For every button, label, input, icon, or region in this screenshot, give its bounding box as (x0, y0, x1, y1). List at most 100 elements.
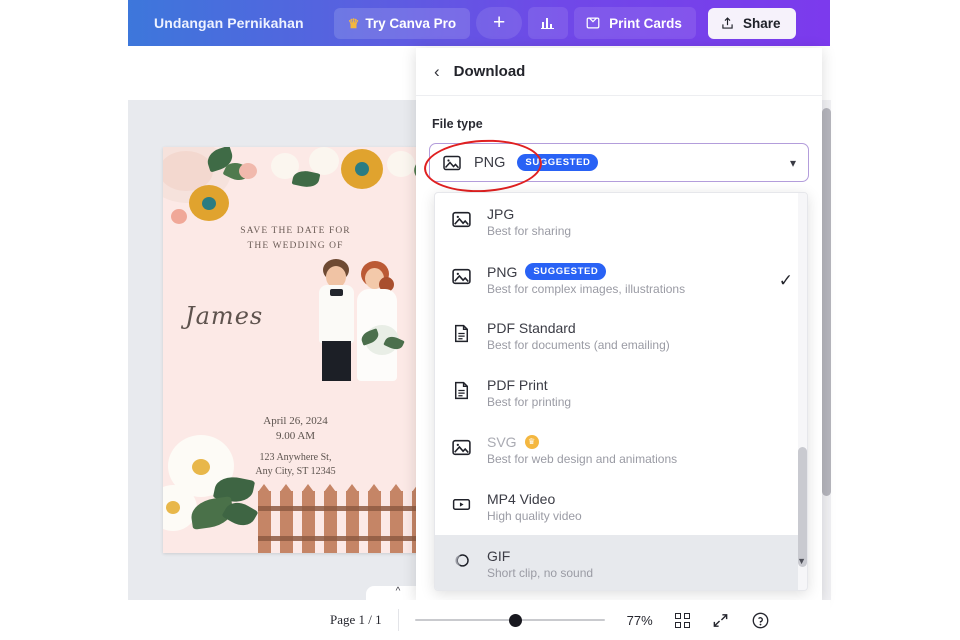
dropdown-option-gif[interactable]: GIF Short clip, no sound (435, 535, 807, 590)
chevron-up-icon: ^ (395, 586, 401, 597)
dropdown-option-jpg[interactable]: JPG Best for sharing (435, 193, 807, 250)
dropdown-scrollbar-thumb[interactable] (798, 447, 807, 567)
canvas-scrollbar[interactable] (822, 100, 831, 600)
invitation-card[interactable]: SAVE THE DATE FOR THE WEDDING OF James A… (163, 147, 428, 553)
dropdown-option-pdf-standard[interactable]: PDF Standard Best for documents (and ema… (435, 307, 807, 364)
page-indicator: Page 1 / 1 (330, 612, 382, 627)
print-cards-label: Print Cards (609, 15, 682, 31)
insights-button[interactable] (528, 7, 569, 39)
card-save-the-date: SAVE THE DATE FOR THE WEDDING OF (163, 224, 428, 254)
dropdown-option-desc: Best for documents (and emailing) (487, 338, 670, 352)
fence-rail (258, 506, 428, 511)
zoom-slider-thumb[interactable] (508, 614, 522, 627)
fence-picket (302, 484, 315, 553)
bottom-toolbar: Page 1 / 1 77% (128, 600, 830, 640)
floral-white-rose-center (166, 501, 180, 514)
top-toolbar: Undangan Pernikahan ♛ Try Canva Pro + Pr… (128, 0, 830, 46)
crown-icon: ♛ (347, 15, 360, 31)
share-button[interactable]: Share (707, 7, 797, 39)
file-type-label: File type (432, 117, 483, 131)
share-label: Share (742, 15, 781, 31)
download-panel-header: ‹ Download (416, 48, 822, 96)
groom-bowtie (330, 289, 343, 296)
grid-view-icon (674, 612, 690, 628)
image-icon (451, 261, 473, 292)
card-couple-names: James (185, 302, 264, 330)
document-icon (451, 318, 473, 349)
document-icon (451, 375, 473, 406)
design-title[interactable]: Undangan Pernikahan (144, 8, 314, 38)
download-panel-title: Download (453, 63, 526, 80)
try-canva-pro-label: Try Canva Pro (365, 15, 457, 31)
fullscreen-icon (713, 613, 728, 627)
add-button[interactable]: + (476, 7, 523, 39)
dropdown-option-label: SVG (487, 434, 517, 450)
help-button[interactable] (751, 611, 770, 630)
dropdown-option-desc: Best for web design and animations (487, 452, 678, 466)
plus-icon: + (493, 11, 506, 34)
fullscreen-button[interactable] (712, 612, 729, 629)
groom-trousers (322, 341, 351, 381)
card-save-line1: SAVE THE DATE FOR (240, 226, 351, 236)
dropdown-option-desc: Best for complex images, illustrations (487, 282, 686, 296)
toolbar-divider (397, 609, 399, 631)
floral-pink-bud (171, 209, 187, 224)
image-icon (443, 155, 461, 170)
crown-icon: ♛ (524, 435, 539, 449)
dropdown-option-svg[interactable]: SVG ♛ Best for web design and animations (435, 421, 807, 478)
image-icon (451, 204, 473, 235)
bar-chart-icon (541, 18, 555, 29)
fence-picket (368, 484, 381, 553)
fence-picket (346, 484, 359, 553)
card-date: April 26, 2024 (263, 415, 328, 427)
dropdown-option-desc: Short clip, no sound (487, 566, 594, 580)
dropdown-option-mp4-video[interactable]: MP4 Video High quality video (435, 478, 807, 535)
file-type-dropdown[interactable]: JPG Best for sharing PNG SUGGESTED Best … (434, 192, 808, 591)
floral-white-rose-center (192, 459, 210, 475)
dropdown-option-label: GIF (487, 548, 511, 564)
grid-view-button[interactable] (674, 612, 690, 628)
canva-editor: Undangan Pernikahan ♛ Try Canva Pro + Pr… (0, 0, 960, 640)
envelope-icon (586, 17, 600, 29)
dropdown-scrollbar[interactable] (798, 193, 807, 590)
floral-white-blossom (387, 151, 415, 177)
fence-picket (280, 484, 293, 553)
fence-picket (258, 484, 271, 553)
try-canva-pro-button[interactable]: ♛ Try Canva Pro (333, 7, 471, 39)
floral-sunflower-center (355, 162, 369, 176)
card-save-line2: THE WEDDING OF (247, 241, 344, 251)
suggested-badge: SUGGESTED (517, 154, 599, 171)
floral-pink-bud (239, 163, 257, 179)
dropdown-option-label: PNG (487, 263, 518, 280)
file-type-selected-label: PNG (474, 154, 506, 171)
canvas-scrollbar-thumb[interactable] (822, 108, 831, 496)
dropdown-option-png[interactable]: PNG SUGGESTED Best for complex images, i… (435, 250, 807, 307)
chevron-left-icon[interactable]: ‹ (434, 63, 440, 80)
help-icon (752, 612, 769, 628)
dropdown-option-pdf-print[interactable]: PDF Print Best for printing (435, 364, 807, 421)
dropdown-option-desc: Best for sharing (487, 224, 572, 238)
image-icon (451, 432, 473, 463)
check-icon: ✓ (778, 271, 793, 290)
suggested-badge: SUGGESTED (525, 263, 607, 280)
fence-picket (324, 484, 337, 553)
couple-illustration (315, 259, 405, 384)
zoom-level-label: 77% (626, 612, 653, 628)
fence-rail (258, 536, 428, 541)
dropdown-option-label: JPG (487, 206, 515, 222)
print-cards-button[interactable]: Print Cards (574, 7, 696, 39)
dropdown-option-desc: Best for printing (487, 395, 572, 409)
floral-sunflower-center (202, 197, 216, 210)
zoom-slider[interactable] (414, 613, 605, 627)
video-icon (451, 489, 473, 520)
dropdown-option-desc: High quality video (487, 509, 582, 523)
dropdown-option-label: PDF Standard (487, 320, 576, 336)
dropdown-option-label: PDF Print (487, 377, 548, 393)
dropdown-option-label: MP4 Video (487, 491, 556, 507)
floral-white-blossom (309, 147, 339, 175)
chevron-down-icon[interactable]: ▾ (790, 156, 796, 170)
upload-icon (722, 16, 733, 29)
scroll-down-arrow-icon[interactable]: ▼ (797, 556, 806, 566)
fence-picket (390, 484, 403, 553)
file-type-select[interactable]: PNG SUGGESTED ▾ (429, 143, 809, 182)
